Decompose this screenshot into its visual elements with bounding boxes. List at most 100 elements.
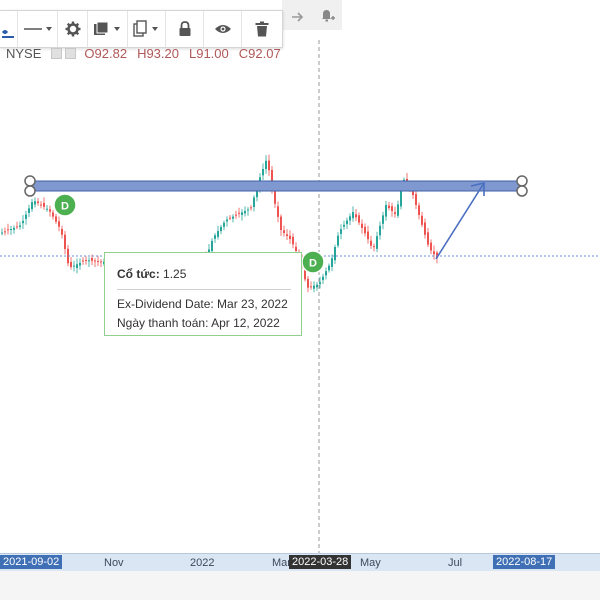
candle-body <box>91 257 93 261</box>
candle-body <box>76 264 78 268</box>
candle-body <box>226 219 228 222</box>
candle-body <box>70 261 72 268</box>
legend-toggle-icon[interactable] <box>51 47 63 59</box>
redo-button[interactable] <box>282 0 312 30</box>
candle-body <box>79 262 81 266</box>
time-axis[interactable]: 2021-09-02 Nov 2022 Mar 2022-03-28 May J… <box>0 553 600 572</box>
candle-body <box>61 228 63 235</box>
candle-body <box>433 251 435 255</box>
candle-body <box>340 229 342 234</box>
redo-arrow-icon <box>292 12 304 22</box>
candle-body <box>100 261 102 263</box>
candle-body <box>376 236 378 249</box>
copy-button[interactable] <box>128 11 166 47</box>
candle-body <box>49 209 51 212</box>
candle-body <box>220 226 222 232</box>
candle-body <box>319 282 321 285</box>
ohlc-low: L91.00 <box>188 45 229 61</box>
ohlc-close: C92.07 <box>238 45 281 61</box>
candle-body <box>352 212 354 219</box>
candle-body <box>382 215 384 224</box>
payment-date: Ngày thanh toán: Apr 12, 2022 <box>117 316 280 330</box>
candle-body <box>337 235 339 246</box>
axis-label: Jul <box>448 557 463 569</box>
dividend-marker[interactable]: D <box>53 193 77 217</box>
horizontal-band-drawing[interactable] <box>29 180 523 192</box>
gear-icon <box>65 21 80 37</box>
legend-settings-icon[interactable] <box>65 47 77 59</box>
candle-body <box>253 197 255 208</box>
candle-body <box>280 216 282 230</box>
dividend-marker[interactable]: D <box>301 250 325 274</box>
candle-body <box>13 227 15 230</box>
eye-icon <box>214 25 231 33</box>
candle-body <box>40 204 42 206</box>
delete-button[interactable] <box>242 11 282 47</box>
candle-body <box>331 258 333 267</box>
dividend-amount: Cổ tức: 1.25 <box>117 267 186 281</box>
dividend-marker-label: D <box>61 201 69 213</box>
dividend-marker-label: D <box>309 258 317 270</box>
candle-body <box>373 246 375 248</box>
candle-body <box>241 212 243 215</box>
ohlc-legend: NYSE O92.82 H93.20 L91.00 C92.07 <box>0 45 291 61</box>
candle-body <box>397 204 399 216</box>
line-style-icon <box>23 27 52 31</box>
dividend-label: Cổ tức: <box>117 267 160 281</box>
candle-body <box>292 236 294 245</box>
candle-body <box>430 242 432 251</box>
brush-button[interactable] <box>0 11 18 47</box>
candle-body <box>328 265 330 271</box>
candle-body <box>268 160 270 171</box>
candle-body <box>427 232 429 245</box>
fill-color-button[interactable] <box>88 11 128 47</box>
candle-body <box>64 234 66 249</box>
trash-icon <box>255 21 269 37</box>
candle-body <box>55 216 57 222</box>
candle-body <box>46 208 48 210</box>
axis-label: Nov <box>104 557 124 569</box>
candle-body <box>421 215 423 225</box>
axis-label-range-start: 2021-09-02 <box>0 555 63 569</box>
candle-body <box>7 229 9 231</box>
copy-icon <box>132 20 158 37</box>
candle-body <box>37 201 39 204</box>
candle-body <box>346 220 348 225</box>
candle-body <box>262 169 264 176</box>
candle-body <box>415 194 417 205</box>
candle-body <box>250 207 252 209</box>
add-alert-button[interactable] <box>312 0 342 30</box>
candle-body <box>370 240 372 246</box>
drawing-toolbar <box>0 10 283 48</box>
candle-body <box>16 226 18 228</box>
tooltip-divider <box>117 289 291 290</box>
candle-body <box>244 210 246 214</box>
candle-body <box>310 286 312 288</box>
candle-body <box>379 225 381 236</box>
candle-body <box>235 214 237 216</box>
candle-body <box>322 276 324 281</box>
lock-button[interactable] <box>166 11 204 47</box>
candle-body <box>211 240 213 252</box>
candle-body <box>316 284 318 288</box>
axis-label-range-end: 2022-08-17 <box>493 555 556 569</box>
candle-body <box>58 221 60 227</box>
visibility-button[interactable] <box>204 11 242 47</box>
trend-arrow-drawing[interactable] <box>435 181 485 260</box>
candle-body <box>73 265 75 267</box>
line-style-button[interactable] <box>18 11 58 47</box>
candle-body <box>334 247 336 261</box>
candle-body <box>289 235 291 239</box>
settings-button[interactable] <box>58 11 88 47</box>
candle-body <box>358 215 360 223</box>
candle-body <box>385 205 387 217</box>
brush-icon <box>1 30 14 38</box>
candle-body <box>229 217 231 219</box>
candle-body <box>277 206 279 217</box>
candle-body <box>217 231 219 237</box>
lock-icon <box>179 21 190 36</box>
candle-body <box>43 202 45 207</box>
candle-body <box>97 260 99 262</box>
candle-body <box>85 259 87 261</box>
candle-body <box>25 214 27 219</box>
